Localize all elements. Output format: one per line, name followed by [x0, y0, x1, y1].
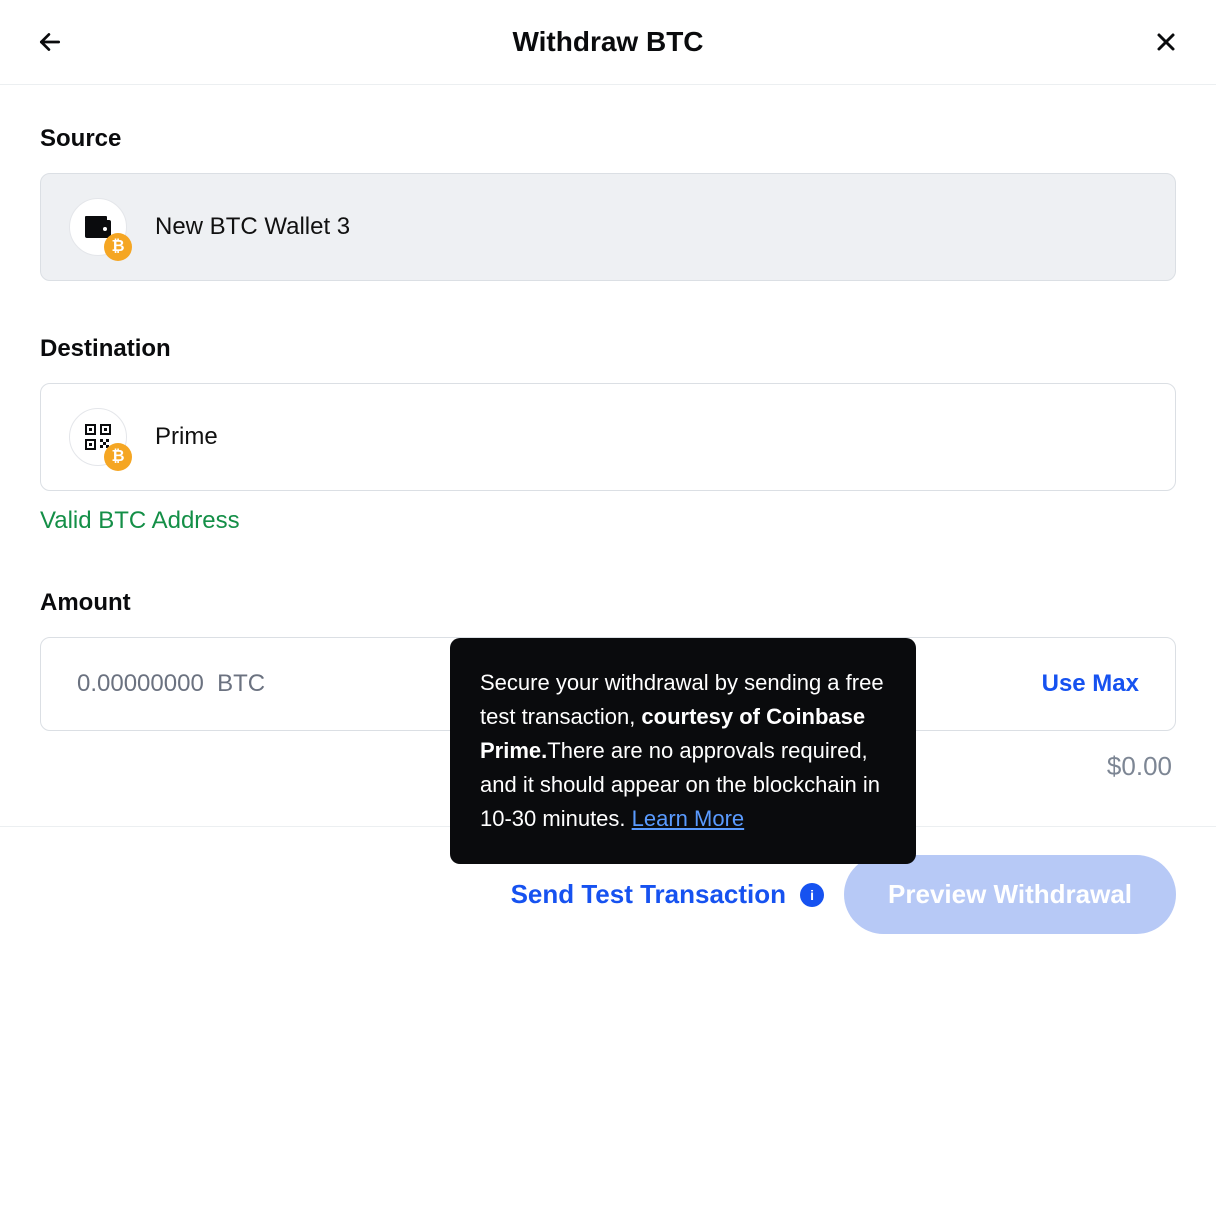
source-label: Source: [40, 125, 1176, 153]
address-validation-text: Valid BTC Address: [40, 507, 1176, 535]
close-icon: [1154, 30, 1178, 54]
test-transaction-tooltip: Secure your withdrawal by sending a free…: [450, 638, 916, 864]
modal-header: Withdraw BTC: [0, 0, 1216, 85]
destination-wallet-name: Prime: [155, 423, 218, 451]
qr-icon: [85, 424, 111, 450]
btc-coin-badge: ₿: [104, 443, 132, 471]
destination-label: Destination: [40, 335, 1176, 363]
send-test-label: Send Test Transaction: [511, 879, 786, 910]
use-max-button[interactable]: Use Max: [1042, 670, 1139, 698]
amount-label: Amount: [40, 589, 1176, 617]
info-icon: i: [800, 883, 824, 907]
destination-wallet-card[interactable]: ₿ Prime: [40, 383, 1176, 491]
wallet-avatar: ₿: [69, 198, 127, 256]
source-wallet-name: New BTC Wallet 3: [155, 213, 350, 241]
source-wallet-card[interactable]: ₿ New BTC Wallet 3: [40, 173, 1176, 281]
wallet-icon: [85, 216, 111, 238]
preview-withdrawal-button[interactable]: Preview Withdrawal: [844, 855, 1176, 934]
destination-avatar: ₿: [69, 408, 127, 466]
close-button[interactable]: [1152, 28, 1180, 56]
page-title: Withdraw BTC: [512, 26, 703, 58]
btc-coin-badge: ₿: [104, 233, 132, 261]
coin-symbol: ₿: [111, 238, 124, 256]
back-button[interactable]: [36, 28, 64, 56]
coin-symbol: ₿: [111, 448, 124, 466]
modal-footer: Secure your withdrawal by sending a free…: [0, 826, 1216, 974]
send-test-transaction-button[interactable]: Send Test Transaction i: [511, 879, 824, 910]
learn-more-link[interactable]: Learn More: [632, 806, 745, 831]
arrow-left-icon: [37, 29, 63, 55]
